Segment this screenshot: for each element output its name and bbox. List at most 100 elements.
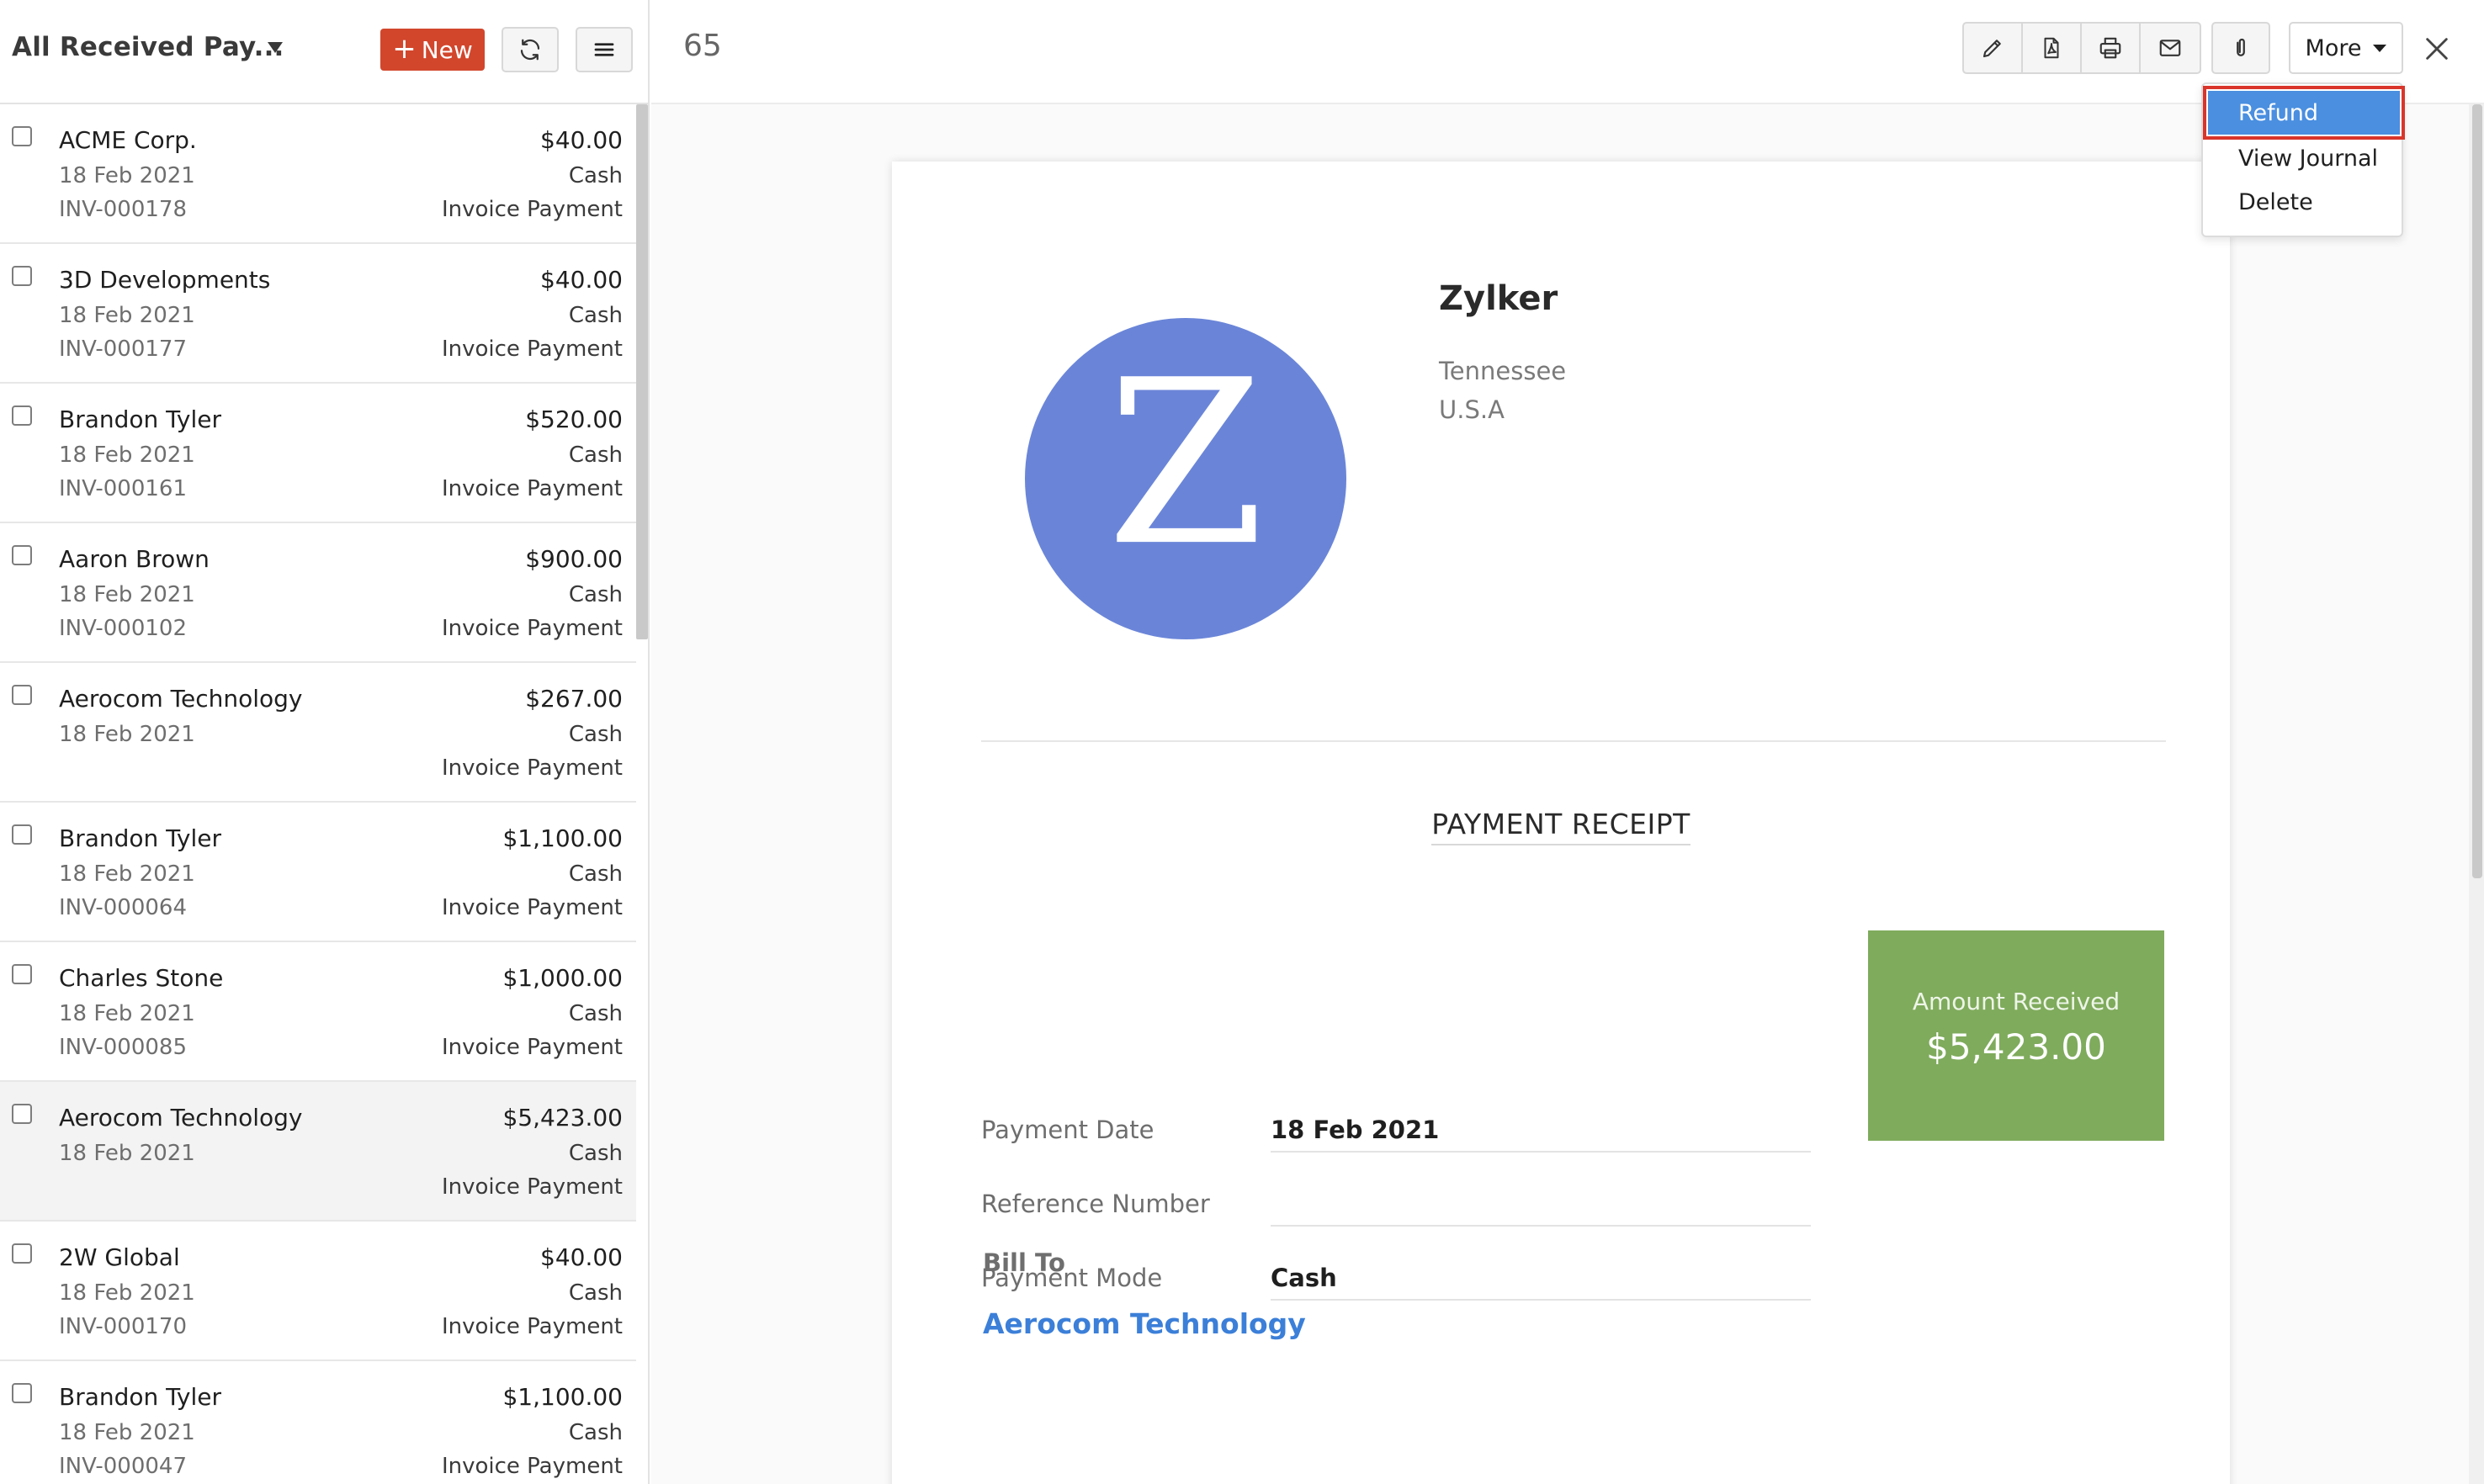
payment-mode: Cash — [568, 163, 623, 188]
customer-name: Aerocom Technology — [59, 1104, 303, 1132]
row-checkbox[interactable] — [12, 405, 32, 426]
print-icon — [2099, 37, 2121, 59]
payment-row[interactable]: Aerocom Technology 18 Feb 2021 $5,423.00… — [0, 1082, 636, 1222]
view-dropdown-caret-icon[interactable] — [268, 42, 283, 53]
action-icon-group — [1962, 22, 2201, 74]
customer-name: Charles Stone — [59, 964, 224, 992]
invoice-number: INV-000102 — [59, 616, 188, 641]
amount-received-value: $5,423.00 — [1926, 1026, 2106, 1068]
edit-button[interactable] — [1964, 24, 2023, 72]
list-options-button[interactable] — [576, 27, 633, 72]
menu-item-view-journal[interactable]: View Journal — [2208, 136, 2400, 180]
invoice-number: INV-000064 — [59, 895, 188, 920]
reference-number-value — [1271, 1190, 1811, 1227]
row-checkbox[interactable] — [12, 685, 32, 705]
organization-state: Tennessee — [1439, 357, 1567, 385]
organization-name: Zylker — [1439, 279, 1558, 318]
payment-date: 18 Feb 2021 — [59, 1280, 195, 1306]
customer-name: Brandon Tyler — [59, 1383, 222, 1411]
payment-amount: $900.00 — [525, 545, 623, 573]
payment-date: 18 Feb 2021 — [59, 1141, 195, 1166]
payment-row[interactable]: 2W Global 18 Feb 2021 INV-000170 $40.00 … — [0, 1222, 636, 1361]
payment-amount: $1,000.00 — [502, 964, 623, 992]
list-scrollbar[interactable] — [636, 104, 648, 639]
bill-to-customer-link[interactable]: Aerocom Technology — [983, 1307, 1306, 1340]
invoice-number: INV-000178 — [59, 197, 188, 222]
customer-name: Brandon Tyler — [59, 405, 222, 433]
paperclip-icon — [2237, 38, 2245, 56]
row-checkbox[interactable] — [12, 1104, 32, 1124]
payment-date: 18 Feb 2021 — [59, 1420, 195, 1445]
record-number: 65 — [683, 29, 722, 63]
payment-amount: $40.00 — [540, 126, 623, 154]
row-checkbox[interactable] — [12, 1243, 32, 1264]
row-checkbox[interactable] — [12, 1383, 32, 1403]
more-button[interactable]: More — [2289, 22, 2403, 74]
row-checkbox[interactable] — [12, 964, 32, 984]
payment-row[interactable]: Brandon Tyler 18 Feb 2021 INV-000064 $1,… — [0, 803, 636, 942]
payment-row[interactable]: ACME Corp. 18 Feb 2021 INV-000178 $40.00… — [0, 104, 636, 244]
payment-receipt-document: Z Zylker Tennessee U.S.A PAYMENT RECEIPT… — [892, 162, 2230, 1484]
payment-date: 18 Feb 2021 — [59, 582, 195, 607]
payment-type: Invoice Payment — [441, 337, 623, 362]
payments-list: ACME Corp. 18 Feb 2021 INV-000178 $40.00… — [0, 104, 636, 1484]
payment-type: Invoice Payment — [441, 1035, 623, 1060]
payment-amount: $1,100.00 — [502, 1383, 623, 1411]
pdf-icon — [2044, 37, 2059, 59]
reference-number-label: Reference Number — [981, 1190, 1210, 1218]
row-checkbox[interactable] — [12, 126, 32, 146]
new-payment-button[interactable]: + New — [380, 29, 485, 71]
print-button[interactable] — [2082, 24, 2141, 72]
payment-row[interactable]: Brandon Tyler 18 Feb 2021 INV-000047 $1,… — [0, 1361, 636, 1484]
payment-row[interactable]: 3D Developments 18 Feb 2021 INV-000177 $… — [0, 244, 636, 384]
payment-type: Invoice Payment — [441, 755, 623, 781]
more-button-label: More — [2305, 34, 2362, 61]
view-selector[interactable]: All Received Pay... — [12, 32, 284, 62]
payment-amount: $5,423.00 — [502, 1104, 623, 1132]
payment-type: Invoice Payment — [441, 197, 623, 222]
payment-row[interactable]: Aerocom Technology 18 Feb 2021 $267.00 C… — [0, 663, 636, 803]
payment-row[interactable]: Brandon Tyler 18 Feb 2021 INV-000161 $52… — [0, 384, 636, 523]
payment-date: 18 Feb 2021 — [59, 722, 195, 747]
close-button[interactable] — [2418, 30, 2455, 67]
email-button[interactable] — [2141, 24, 2200, 72]
payment-mode: Cash — [568, 722, 623, 747]
chevron-down-icon — [2373, 44, 2387, 52]
payment-row[interactable]: Charles Stone 18 Feb 2021 INV-000085 $1,… — [0, 942, 636, 1082]
invoice-number: INV-000047 — [59, 1454, 188, 1479]
refresh-icon — [520, 39, 540, 61]
row-checkbox[interactable] — [12, 266, 32, 286]
payment-mode: Cash — [568, 1001, 623, 1026]
logo-letter-z: Z — [1107, 331, 1265, 596]
attach-button[interactable] — [2211, 22, 2270, 74]
payment-mode: Cash — [568, 443, 623, 468]
mail-icon — [2159, 40, 2181, 56]
customer-name: ACME Corp. — [59, 126, 197, 154]
payment-mode: Cash — [568, 582, 623, 607]
payment-mode: Cash — [568, 1280, 623, 1306]
detail-scrollbar-thumb[interactable] — [2472, 104, 2482, 878]
refresh-button[interactable] — [502, 27, 559, 72]
menu-item-delete[interactable]: Delete — [2208, 180, 2400, 224]
receipt-title: PAYMENT RECEIPT — [892, 808, 2230, 845]
invoice-number: INV-000177 — [59, 337, 188, 362]
invoice-number: INV-000161 — [59, 476, 188, 501]
pdf-button[interactable] — [2023, 24, 2082, 72]
payment-amount: $520.00 — [525, 405, 623, 433]
payment-mode-value: Cash — [1271, 1264, 1811, 1301]
payment-mode: Cash — [568, 1420, 623, 1445]
row-checkbox[interactable] — [12, 545, 32, 565]
payment-type: Invoice Payment — [441, 1174, 623, 1200]
invoice-number: INV-000085 — [59, 1035, 188, 1060]
document-divider — [981, 740, 2166, 742]
payment-row[interactable]: Aaron Brown 18 Feb 2021 INV-000102 $900.… — [0, 523, 636, 663]
payment-amount: $40.00 — [540, 266, 623, 294]
payment-date: 18 Feb 2021 — [59, 303, 195, 328]
menu-item-refund[interactable]: Refund — [2203, 86, 2405, 140]
customer-name: Aaron Brown — [59, 545, 210, 573]
logo-letter: Z — [1107, 331, 1265, 596]
payment-mode: Cash — [568, 861, 623, 887]
row-checkbox[interactable] — [12, 824, 32, 845]
pencil-icon — [1982, 40, 2001, 58]
payment-date: 18 Feb 2021 — [59, 861, 195, 887]
